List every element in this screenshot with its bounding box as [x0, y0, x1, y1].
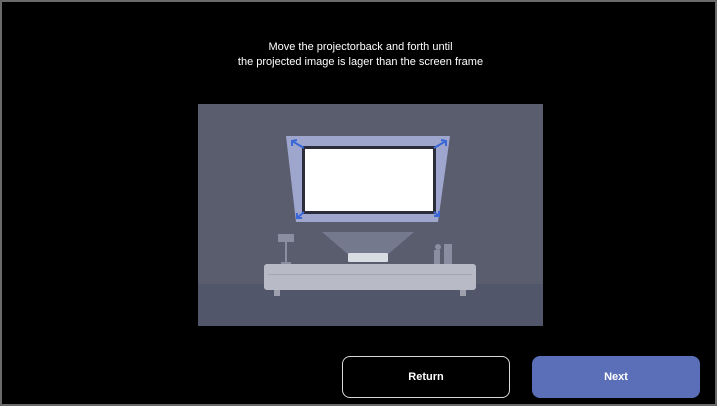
tv-cabinet [264, 264, 476, 290]
return-button[interactable]: Return [342, 356, 510, 398]
projector-light-cone [322, 232, 414, 256]
projector-screen-illustration-icon [198, 136, 543, 326]
instruction-line-2: the projected image is lager than the sc… [237, 56, 484, 68]
floor [198, 284, 543, 326]
screen-surface [305, 149, 433, 211]
instruction-line-1: Move the projectorback and forth until [268, 41, 453, 53]
instruction-text: Move the projectorback and forth until t… [2, 40, 717, 70]
lamp-icon [278, 234, 294, 242]
vase-icon [434, 250, 440, 264]
dialog-frame: Move the projectorback and forth until t… [0, 0, 717, 406]
next-button[interactable]: Next [532, 356, 700, 398]
projector-screen-illustration [198, 104, 543, 326]
projector-icon [348, 253, 388, 262]
